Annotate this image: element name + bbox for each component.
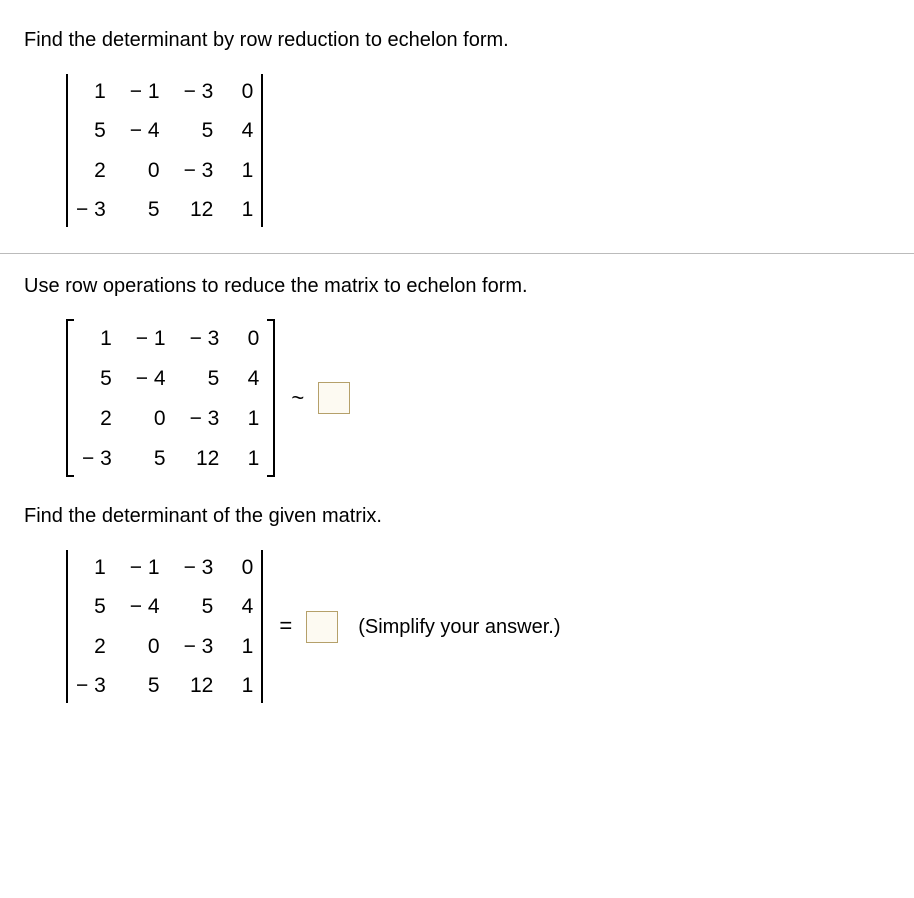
table-row: 2 0 − 3 1 <box>74 151 255 190</box>
matrix-table-3: 1 − 1 − 3 0 5 − 4 5 4 2 0 <box>74 548 255 705</box>
det-matrix-display: 1 − 1 − 3 0 5 − 4 5 4 2 0 <box>64 72 890 229</box>
bracket-left-icon <box>64 318 76 478</box>
cell: 12 <box>182 190 216 229</box>
table-row: 1 − 1 − 3 0 <box>74 72 255 111</box>
bracket-right-icon <box>265 318 277 478</box>
echelon-equation: 1 − 1 − 3 0 5 − 4 5 4 2 0 <box>64 318 890 478</box>
table-row: 5 − 4 5 4 <box>74 587 255 626</box>
determinant-matrix-2: 1 − 1 − 3 0 5 − 4 5 4 2 0 <box>64 548 265 705</box>
reduce-prompt-text: Use row operations to reduce the matrix … <box>24 272 890 300</box>
cell: 0 <box>235 72 255 111</box>
cell: 5 <box>80 358 114 398</box>
cell: 5 <box>188 358 222 398</box>
cell: 4 <box>235 111 255 150</box>
determinant-matrix-1: 1 − 1 − 3 0 5 − 4 5 4 2 0 <box>64 72 265 229</box>
det-bar-left <box>64 72 70 229</box>
cell: 1 <box>235 666 255 705</box>
cell: 1 <box>235 151 255 190</box>
cell: − 4 <box>134 358 168 398</box>
intro-text: Find the determinant by row reduction to… <box>24 26 890 54</box>
det-bar-right <box>259 548 265 705</box>
cell: 5 <box>74 587 108 626</box>
cell: 2 <box>74 627 108 666</box>
cell: 2 <box>80 398 114 438</box>
cell: 5 <box>134 438 168 478</box>
determinant-equation: 1 − 1 − 3 0 5 − 4 5 4 2 0 <box>64 548 890 705</box>
cell: 5 <box>182 587 216 626</box>
table-row: − 3 5 12 1 <box>74 190 255 229</box>
cell: 5 <box>128 666 162 705</box>
cell: − 4 <box>128 111 162 150</box>
cell: − 3 <box>182 72 216 111</box>
table-row: 2 0 − 3 1 <box>80 398 261 438</box>
cell: 0 <box>128 151 162 190</box>
simplify-hint: (Simplify your answer.) <box>358 613 560 641</box>
cell: − 1 <box>134 318 168 358</box>
divider <box>0 253 914 254</box>
table-row: 5 − 4 5 4 <box>74 111 255 150</box>
tilde-symbol: ~ <box>291 383 304 414</box>
find-det-prompt-text: Find the determinant of the given matrix… <box>24 502 890 530</box>
cell: − 1 <box>128 548 162 587</box>
matrix-table-1: 1 − 1 − 3 0 5 − 4 5 4 2 0 <box>74 72 255 229</box>
cell: − 3 <box>188 398 222 438</box>
cell: 5 <box>128 190 162 229</box>
table-row: 1 − 1 − 3 0 <box>80 318 261 358</box>
cell: − 3 <box>188 318 222 358</box>
cell: 0 <box>241 318 261 358</box>
echelon-answer-input[interactable] <box>318 382 350 414</box>
cell: 1 <box>235 627 255 666</box>
cell: 4 <box>235 587 255 626</box>
cell: 12 <box>182 666 216 705</box>
cell: 5 <box>74 111 108 150</box>
det-bar-left <box>64 548 70 705</box>
cell: 0 <box>235 548 255 587</box>
cell: 0 <box>128 627 162 666</box>
cell: − 1 <box>128 72 162 111</box>
matrix-table-2: 1 − 1 − 3 0 5 − 4 5 4 2 0 <box>80 318 261 478</box>
cell: − 3 <box>74 666 108 705</box>
cell: − 3 <box>182 151 216 190</box>
cell: 5 <box>182 111 216 150</box>
cell: 1 <box>241 438 261 478</box>
table-row: − 3 5 12 1 <box>80 438 261 478</box>
cell: 1 <box>235 190 255 229</box>
cell: 1 <box>74 548 108 587</box>
table-row: 5 − 4 5 4 <box>80 358 261 398</box>
table-row: − 3 5 12 1 <box>74 666 255 705</box>
cell: 1 <box>241 398 261 438</box>
cell: − 3 <box>80 438 114 478</box>
cell: − 3 <box>74 190 108 229</box>
cell: 0 <box>134 398 168 438</box>
cell: − 3 <box>182 548 216 587</box>
cell: 2 <box>74 151 108 190</box>
cell: 1 <box>80 318 114 358</box>
det-bar-right <box>259 72 265 229</box>
cell: 1 <box>74 72 108 111</box>
bracket-matrix: 1 − 1 − 3 0 5 − 4 5 4 2 0 <box>64 318 277 478</box>
cell: 12 <box>188 438 222 478</box>
table-row: 1 − 1 − 3 0 <box>74 548 255 587</box>
cell: − 4 <box>128 587 162 626</box>
cell: 4 <box>241 358 261 398</box>
equals-symbol: = <box>279 611 292 642</box>
table-row: 2 0 − 3 1 <box>74 627 255 666</box>
cell: − 3 <box>182 627 216 666</box>
determinant-answer-input[interactable] <box>306 611 338 643</box>
